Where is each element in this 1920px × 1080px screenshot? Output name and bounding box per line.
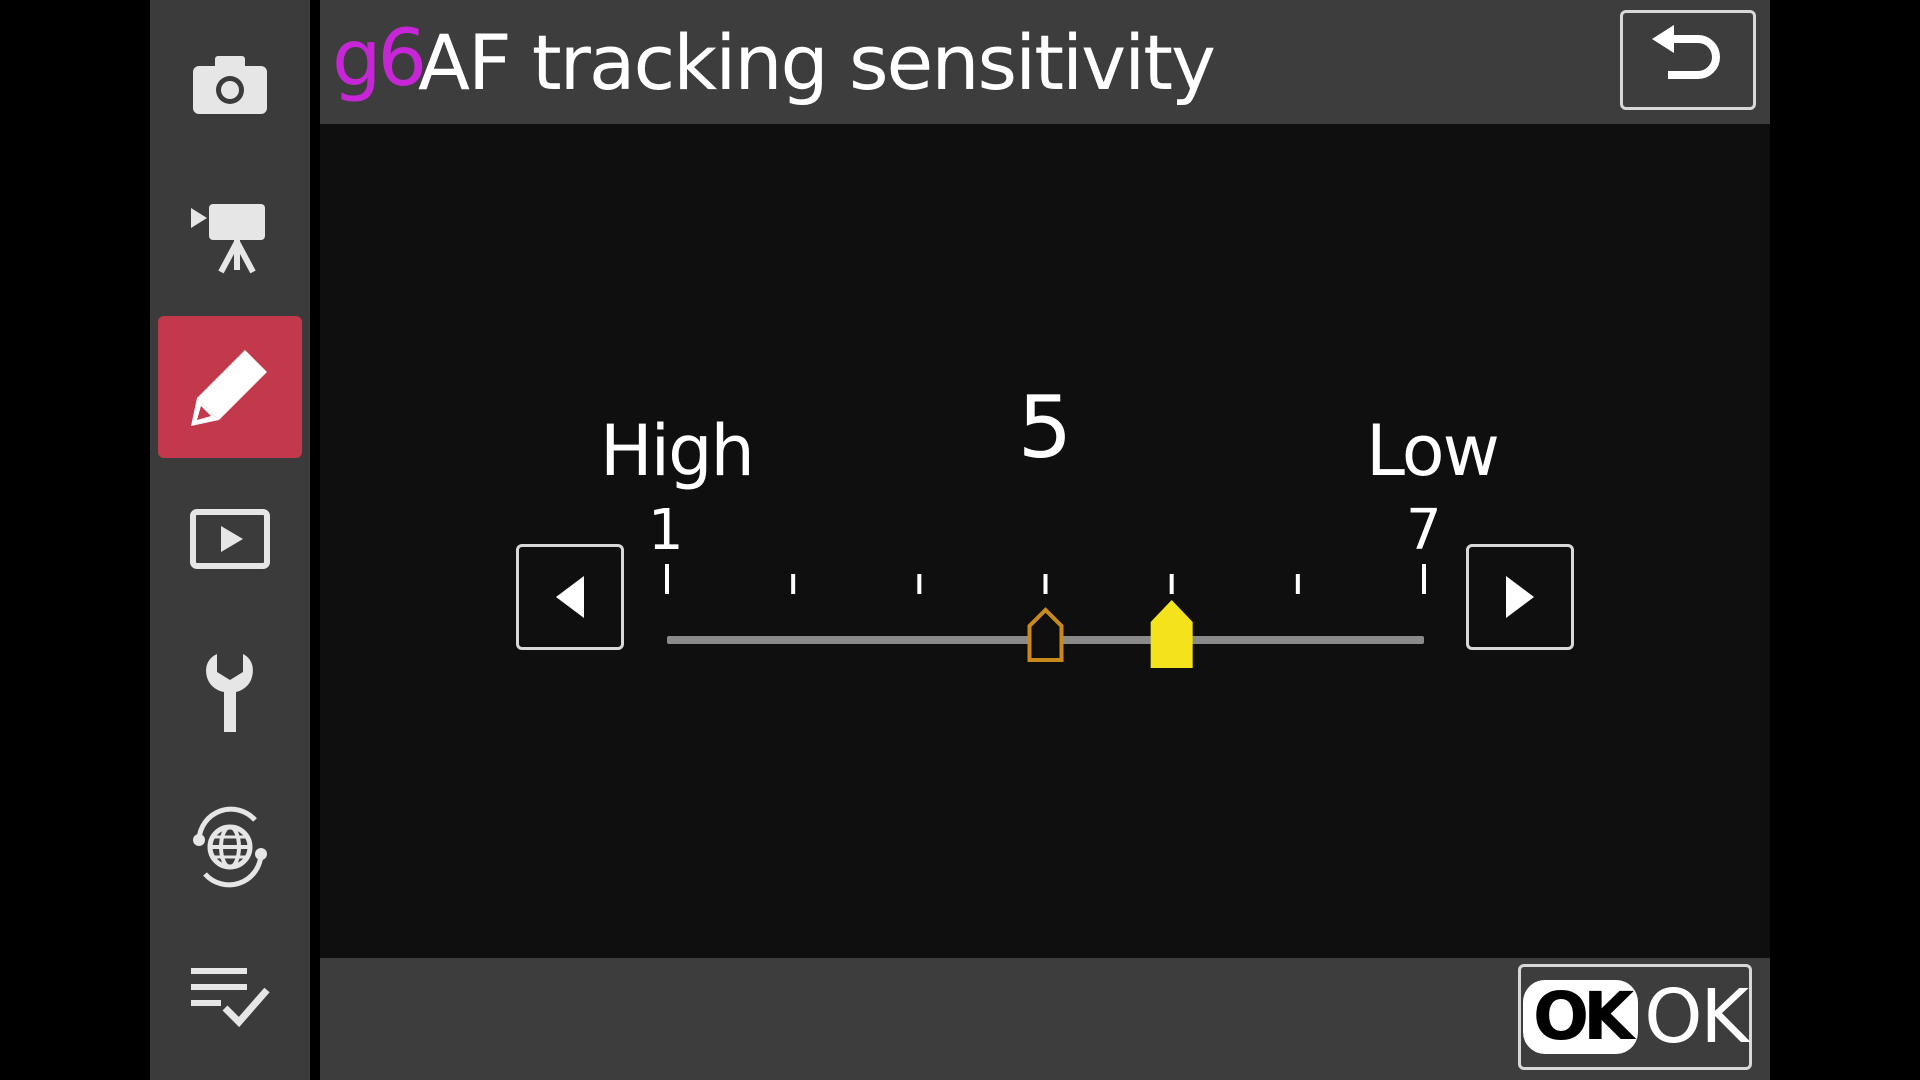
max-value-label: 7	[1406, 498, 1442, 563]
custom-settings-tab[interactable]	[158, 316, 302, 458]
setup-tab[interactable]	[158, 622, 302, 764]
title-bar: g6 AF tracking sensitivity	[320, 0, 1770, 124]
ok-badge-icon: OK	[1522, 980, 1639, 1054]
my-menu-icon	[191, 968, 270, 1028]
playback-tab[interactable]	[158, 468, 302, 610]
min-value-label: 1	[648, 498, 684, 563]
menu-item-code: g6	[332, 14, 427, 104]
decrease-button[interactable]	[516, 544, 624, 650]
increase-button[interactable]	[1466, 544, 1574, 650]
wrench-icon	[206, 654, 253, 732]
menu-sidebar	[150, 0, 310, 1080]
photo-shooting-tab[interactable]	[158, 12, 302, 154]
my-menu-tab[interactable]	[158, 926, 302, 1068]
page-title: AF tracking sensitivity	[418, 18, 1216, 107]
ok-button[interactable]: OK OK	[1518, 964, 1752, 1070]
playback-icon	[190, 509, 270, 569]
triangle-left-icon	[556, 576, 584, 618]
video-recording-tab[interactable]	[158, 166, 302, 308]
settings-panel: g6 AF tracking sensitivity OK OK	[320, 0, 1770, 1080]
pencil-icon	[191, 350, 267, 426]
camera-icon	[193, 56, 267, 114]
return-arrow-icon	[1652, 25, 1720, 79]
current-value: 5	[1017, 378, 1073, 478]
movie-camera-icon	[191, 204, 265, 274]
network-tab[interactable]	[158, 776, 302, 918]
network-globe-icon	[193, 806, 267, 888]
low-label: Low	[1366, 410, 1500, 492]
footer-bar: OK OK	[320, 958, 1770, 1080]
triangle-right-icon	[1506, 576, 1534, 618]
back-button[interactable]	[1620, 10, 1756, 110]
high-label: High	[600, 410, 755, 492]
ok-label: OK	[1644, 974, 1749, 1060]
